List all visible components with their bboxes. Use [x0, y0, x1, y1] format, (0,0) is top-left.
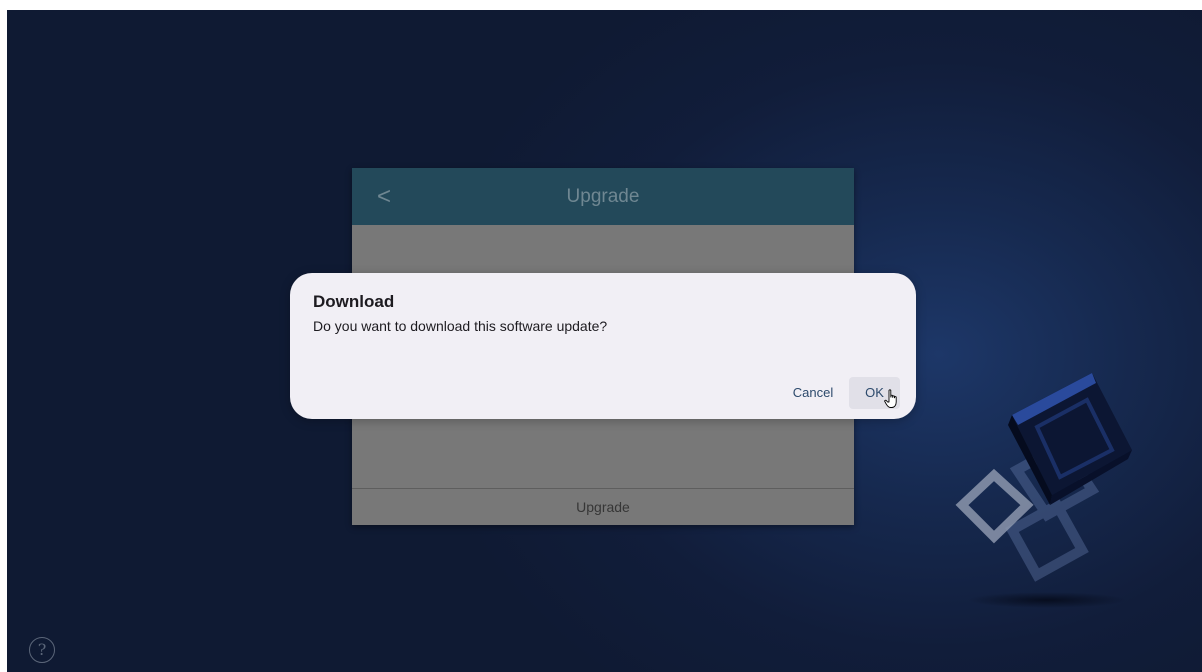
dialog-title: Download: [313, 292, 395, 311]
dialog-message: Do you want to download this software up…: [313, 318, 608, 334]
panel-title: Upgrade: [566, 186, 640, 207]
screen: < Upgrade Upgrade Download Do you want t…: [7, 10, 1202, 672]
help-icon[interactable]: ?: [29, 637, 55, 663]
hand-pointer-icon: [884, 389, 897, 408]
upgrade-button[interactable]: Upgrade: [352, 488, 854, 525]
cube-shadow: [967, 592, 1127, 608]
panel-header: < Upgrade: [352, 168, 854, 225]
decorative-cubes-graphic: [955, 373, 1132, 582]
cancel-button[interactable]: Cancel: [786, 377, 840, 409]
download-dialog: Download Do you want to download this so…: [290, 273, 916, 419]
